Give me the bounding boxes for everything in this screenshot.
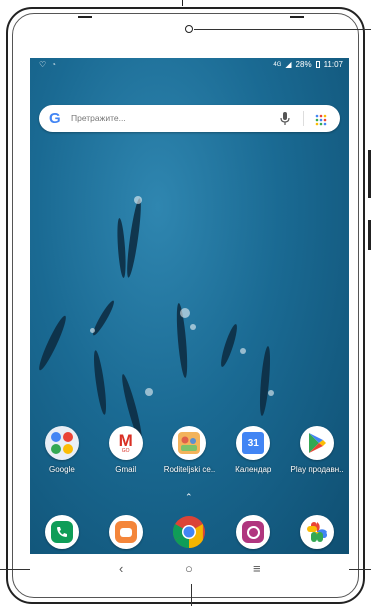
app-google-folder[interactable]: Google	[31, 426, 93, 474]
status-bar: ♡ ◔ 4G ◢ 28% 11:07	[30, 58, 349, 72]
battery-icon	[315, 61, 320, 68]
signal-icon: ◢	[285, 60, 292, 69]
callout-line-camera	[194, 29, 371, 30]
home-button[interactable]: ○	[185, 562, 193, 575]
app-drawer-chevron-icon[interactable]: ⌃	[185, 492, 193, 503]
photos-icon	[300, 515, 335, 549]
microphone-icon[interactable]	[280, 111, 290, 131]
search-divider	[303, 111, 304, 126]
dock-chrome[interactable]	[158, 515, 220, 549]
dock-phone[interactable]	[31, 515, 93, 549]
battery-percent: 28%	[295, 60, 312, 69]
front-camera	[185, 25, 193, 33]
dock	[30, 515, 349, 549]
app-label: Gmail	[115, 465, 137, 474]
navigation-bar: ‹ ○ ≡	[30, 554, 349, 584]
app-gmail[interactable]: M GO Gmail	[95, 426, 157, 474]
calendar-badge: 31	[242, 432, 265, 454]
clock: 11:07	[323, 60, 343, 69]
app-label: Календар	[235, 465, 272, 474]
dock-messages[interactable]	[95, 515, 157, 549]
google-search-bar[interactable]: G Претражите...	[39, 105, 340, 132]
network-label: 4G	[273, 61, 282, 68]
home-app-row: Google M GO Gmail Roditeljski ce.. 31 Ка…	[30, 426, 349, 474]
play-store-icon	[300, 426, 335, 460]
gmail-sub: GO	[121, 448, 130, 454]
app-grid-icon[interactable]	[315, 113, 327, 131]
app-play-store[interactable]: Play продавн..	[286, 426, 348, 474]
app-parental-center[interactable]: Roditeljski ce..	[158, 426, 220, 474]
google-logo-icon: G	[49, 110, 61, 127]
heart-icon: ♡	[39, 60, 47, 69]
calendar-icon: 31	[236, 426, 271, 460]
google-folder-icon	[44, 426, 79, 460]
wifi-icon: ◔	[51, 60, 57, 69]
app-label: Roditeljski ce..	[163, 465, 216, 474]
app-label: Play продавн..	[290, 465, 344, 474]
top-slot-left	[78, 16, 92, 18]
app-label: Google	[48, 465, 75, 474]
recents-button[interactable]: ≡	[253, 562, 261, 575]
back-button[interactable]: ‹	[119, 562, 123, 575]
search-placeholder[interactable]: Претражите...	[71, 113, 126, 123]
gmail-icon: M GO	[108, 426, 143, 460]
parental-center-icon	[172, 426, 207, 460]
top-mic-marker	[182, 0, 183, 6]
dock-camera[interactable]	[222, 515, 284, 549]
top-slot-right	[290, 16, 304, 18]
gmail-glyph: M	[118, 431, 133, 450]
camera-icon	[236, 515, 271, 549]
phone-icon	[44, 515, 79, 549]
messages-icon	[108, 515, 143, 549]
dock-photos[interactable]	[286, 515, 348, 549]
home-screen: ♡ ◔ 4G ◢ 28% 11:07 G Претражите... Googl…	[30, 58, 349, 554]
app-calendar[interactable]: 31 Календар	[222, 426, 284, 474]
chrome-icon	[172, 515, 206, 549]
